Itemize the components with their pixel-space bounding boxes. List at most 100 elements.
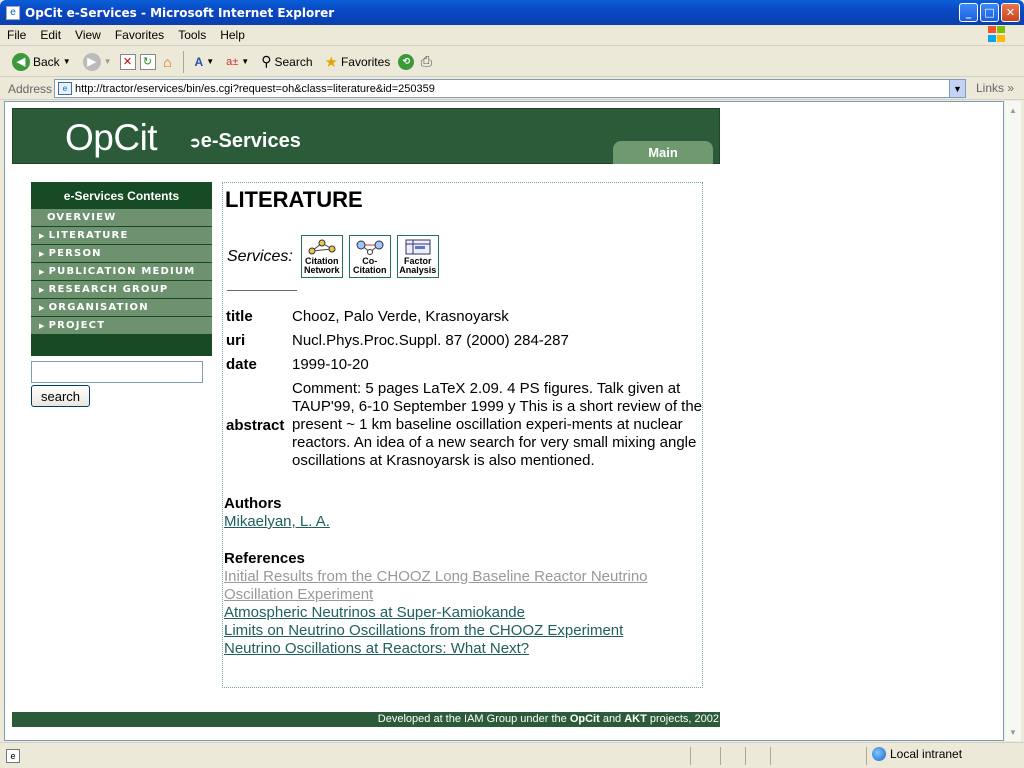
home-icon[interactable]: ⌂	[160, 54, 176, 70]
field-title: Chooz, Palo Verde, Krasnoyarsk	[292, 308, 509, 325]
field-key-title: title	[226, 308, 253, 325]
address-url: http://tractor/eservices/bin/es.cgi?requ…	[75, 82, 435, 95]
menu-favorites[interactable]: Favorites	[108, 28, 171, 42]
reference-link[interactable]: Initial Results from the CHOOZ Long Base…	[224, 568, 694, 604]
scroll-down-icon[interactable]: ▼	[1005, 724, 1021, 740]
citation-network-button[interactable]: Citation Network	[300, 235, 343, 278]
sidebar-item-publication-medium[interactable]: ▶ PUBLICATION MEDIUM	[31, 263, 212, 280]
site-footer: Developed at the IAM Group under the OpC…	[12, 712, 720, 727]
address-input[interactable]: e http://tractor/eservices/bin/es.cgi?re…	[54, 79, 966, 98]
forward-button[interactable]: ▶ ▼	[79, 51, 116, 73]
site-header: OpCit ➲e-Services Main	[12, 108, 720, 164]
references-heading: References	[224, 550, 305, 567]
reference-link[interactable]: Limits on Neutrino Oscillations from the…	[224, 622, 694, 640]
menu-edit[interactable]: Edit	[33, 28, 68, 42]
forward-arrow-icon: ▶	[82, 52, 101, 71]
page-icon: e	[58, 82, 72, 95]
sidebar-item-project[interactable]: ▶ PROJECT	[31, 317, 212, 334]
font-a-icon: A	[194, 54, 204, 69]
window-title: OpCit e-Services - Microsoft Internet Ex…	[25, 5, 335, 20]
zone-label: Local intranet	[890, 747, 963, 761]
title-bar[interactable]: e OpCit e-Services - Microsoft Internet …	[0, 0, 1024, 25]
history-icon[interactable]: ⟲	[398, 53, 415, 70]
menu-file[interactable]: File	[0, 28, 33, 42]
site-logo[interactable]: OpCit	[65, 117, 158, 159]
encoding-button[interactable]: a± ▼	[222, 54, 253, 70]
star-icon: ★	[324, 53, 338, 71]
citation-network-icon	[308, 239, 336, 255]
references-section: References Initial Results from the CHOO…	[224, 550, 694, 658]
factor-analysis-button[interactable]: Factor Analysis	[396, 235, 439, 278]
sidebar-item-person[interactable]: ▶ PERSON	[31, 245, 212, 262]
tab-main[interactable]: Main	[613, 141, 713, 164]
minimize-button[interactable]: _	[959, 3, 978, 22]
triangle-right-icon: ▶	[39, 303, 46, 312]
back-button[interactable]: ◀ Back ▼	[8, 51, 75, 73]
page-title: LITERATURE	[225, 187, 363, 212]
font-size-button[interactable]: A ▼	[191, 53, 219, 71]
ie-page-icon: e	[6, 5, 20, 20]
reference-link[interactable]: Neutrino Oscillations at Reactors: What …	[224, 640, 694, 658]
chevron-down-icon: ▼	[241, 57, 250, 66]
chevron-down-icon: ▼	[206, 57, 215, 66]
search-submit-button[interactable]: search	[31, 385, 90, 407]
field-abstract: Comment: 5 pages LaTeX 2.09. 4 PS figure…	[292, 380, 703, 469]
refresh-icon[interactable]: ↻	[139, 53, 156, 70]
scroll-up-icon[interactable]: ▲	[1005, 102, 1021, 118]
maximize-button[interactable]: □	[980, 3, 999, 22]
security-zone: Local intranet	[872, 747, 962, 761]
field-uri: Nucl.Phys.Proc.Suppl. 87 (2000) 284-287	[292, 332, 569, 349]
close-button[interactable]: ✕	[1001, 3, 1020, 22]
sidebar-heading: e-Services Contents	[63, 188, 180, 203]
menu-bar: File Edit View Favorites Tools Help	[0, 25, 1024, 46]
opcit-site: OpCit ➲e-Services Main e-Services Conten…	[12, 108, 720, 728]
triangle-right-icon: ▶	[39, 267, 46, 276]
services-row: Services: Citation Network Co- Citation …	[227, 235, 439, 278]
triangle-right-icon: ▶	[39, 249, 46, 258]
field-key-date: date	[226, 356, 257, 373]
sidebar: e-Services Contents OVERVIEW ▶ LITERATURE…	[31, 182, 212, 356]
reference-link[interactable]: Atmospheric Neutrinos at Super-Kamiokand…	[224, 604, 694, 622]
site-subtitle: ➲e-Services	[189, 130, 301, 152]
sidebar-item-overview[interactable]: OVERVIEW	[31, 209, 212, 226]
sidebar-item-research-group[interactable]: ▶ RESEARCH GROUP	[31, 281, 212, 298]
divider	[227, 290, 297, 291]
back-label: Back	[33, 54, 60, 69]
authors-heading: Authors	[224, 495, 282, 512]
favorites-button[interactable]: ★ Favorites	[321, 51, 395, 73]
menu-view[interactable]: View	[68, 28, 108, 42]
browser-window: e OpCit e-Services - Microsoft Internet …	[0, 0, 1024, 768]
chevron-down-icon: ▼	[62, 57, 71, 66]
menu-help[interactable]: Help	[213, 28, 252, 42]
author-link[interactable]: Mikaelyan, L. A.	[224, 513, 330, 531]
field-key-abstract: abstract	[226, 416, 285, 434]
address-label: Address	[8, 81, 53, 96]
arrow-icon: ➲	[189, 134, 201, 150]
record-panel: LITERATURE Services: Citation Network Co…	[222, 182, 703, 688]
factor-analysis-icon	[405, 239, 431, 255]
field-date: 1999-10-20	[292, 356, 369, 373]
sidebar-item-literature[interactable]: ▶ LITERATURE	[31, 227, 212, 244]
toolbar: ◀ Back ▼ ▶ ▼ ✕ ↻ ⌂ A ▼ a± ▼ ⚲ Search ★ Fav…	[0, 47, 1024, 77]
stop-icon[interactable]: ✕	[119, 53, 136, 70]
search-label: Search	[274, 54, 313, 69]
triangle-right-icon: ▶	[39, 321, 46, 330]
triangle-right-icon: ▶	[39, 231, 46, 240]
services-label: Services:	[227, 247, 293, 265]
authors-section: Authors Mikaelyan, L. A.	[224, 495, 330, 531]
co-citation-button[interactable]: Co- Citation	[348, 235, 391, 278]
back-arrow-icon: ◀	[12, 52, 30, 71]
chevron-down-icon[interactable]: ▼	[949, 80, 965, 97]
print-icon[interactable]: ⎙	[418, 53, 434, 70]
co-citation-icon	[356, 240, 384, 255]
favorites-label: Favorites	[340, 54, 391, 69]
magnifier-icon: ⚲	[261, 53, 272, 69]
sidebar-item-organisation[interactable]: ▶ ORGANISATION	[31, 299, 212, 316]
vertical-scrollbar[interactable]: ▲ ▼	[1004, 101, 1021, 741]
links-button[interactable]: Links »	[976, 81, 1014, 95]
page-viewport: OpCit ➲e-Services Main e-Services Conten…	[4, 101, 1004, 741]
field-key-uri: uri	[226, 332, 246, 349]
menu-tools[interactable]: Tools	[171, 28, 213, 42]
search-button[interactable]: ⚲ Search	[257, 51, 316, 72]
search-input[interactable]	[31, 361, 203, 383]
